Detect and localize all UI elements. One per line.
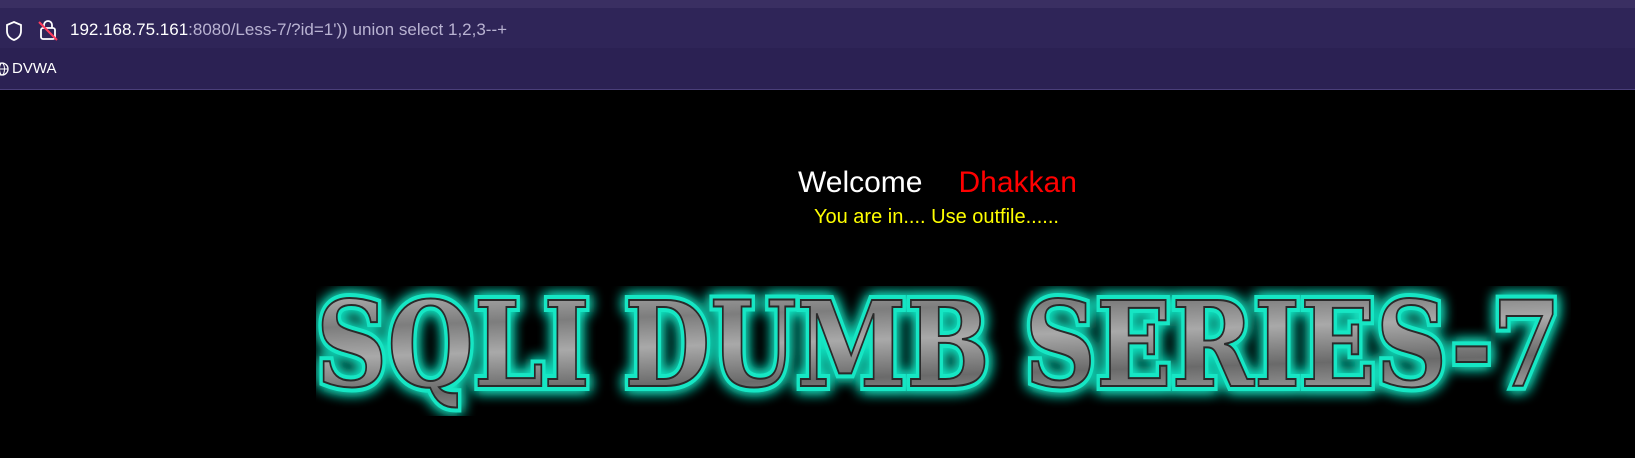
bookmarks-bar: DVWA [0,48,1635,90]
page-content: Welcome Dhakkan You are in.... Use outfil… [0,90,1635,458]
welcome-text: Welcome [798,166,923,199]
series-banner-logo: SQLI DUMB SERIES-7 SQLI DUMB SERIES-7 [316,286,1566,416]
welcome-line: Welcome Dhakkan [798,165,1077,201]
address-bar[interactable]: 192.168.75.161:8080/Less-7/?id=1')) unio… [0,8,1635,48]
insecure-lock-icon[interactable] [36,18,60,42]
url-text[interactable]: 192.168.75.161:8080/Less-7/?id=1')) unio… [70,19,507,41]
url-path-query: :8080/Less-7/?id=1')) union select 1,2,3… [188,20,508,39]
banner-text: SQLI DUMB SERIES-7 [316,286,1561,414]
browser-chrome: 192.168.75.161:8080/Less-7/?id=1')) unio… [0,0,1635,90]
bookmark-label: DVWA [12,60,57,77]
bookmark-dvwa[interactable]: DVWA [0,58,56,80]
globe-icon [0,62,9,76]
url-host: 192.168.75.161 [70,20,189,39]
user-name: Dhakkan [958,166,1077,199]
status-message: You are in.... Use outfile...... [814,206,1059,228]
tab-strip [0,0,1635,8]
shield-icon[interactable] [3,20,25,42]
